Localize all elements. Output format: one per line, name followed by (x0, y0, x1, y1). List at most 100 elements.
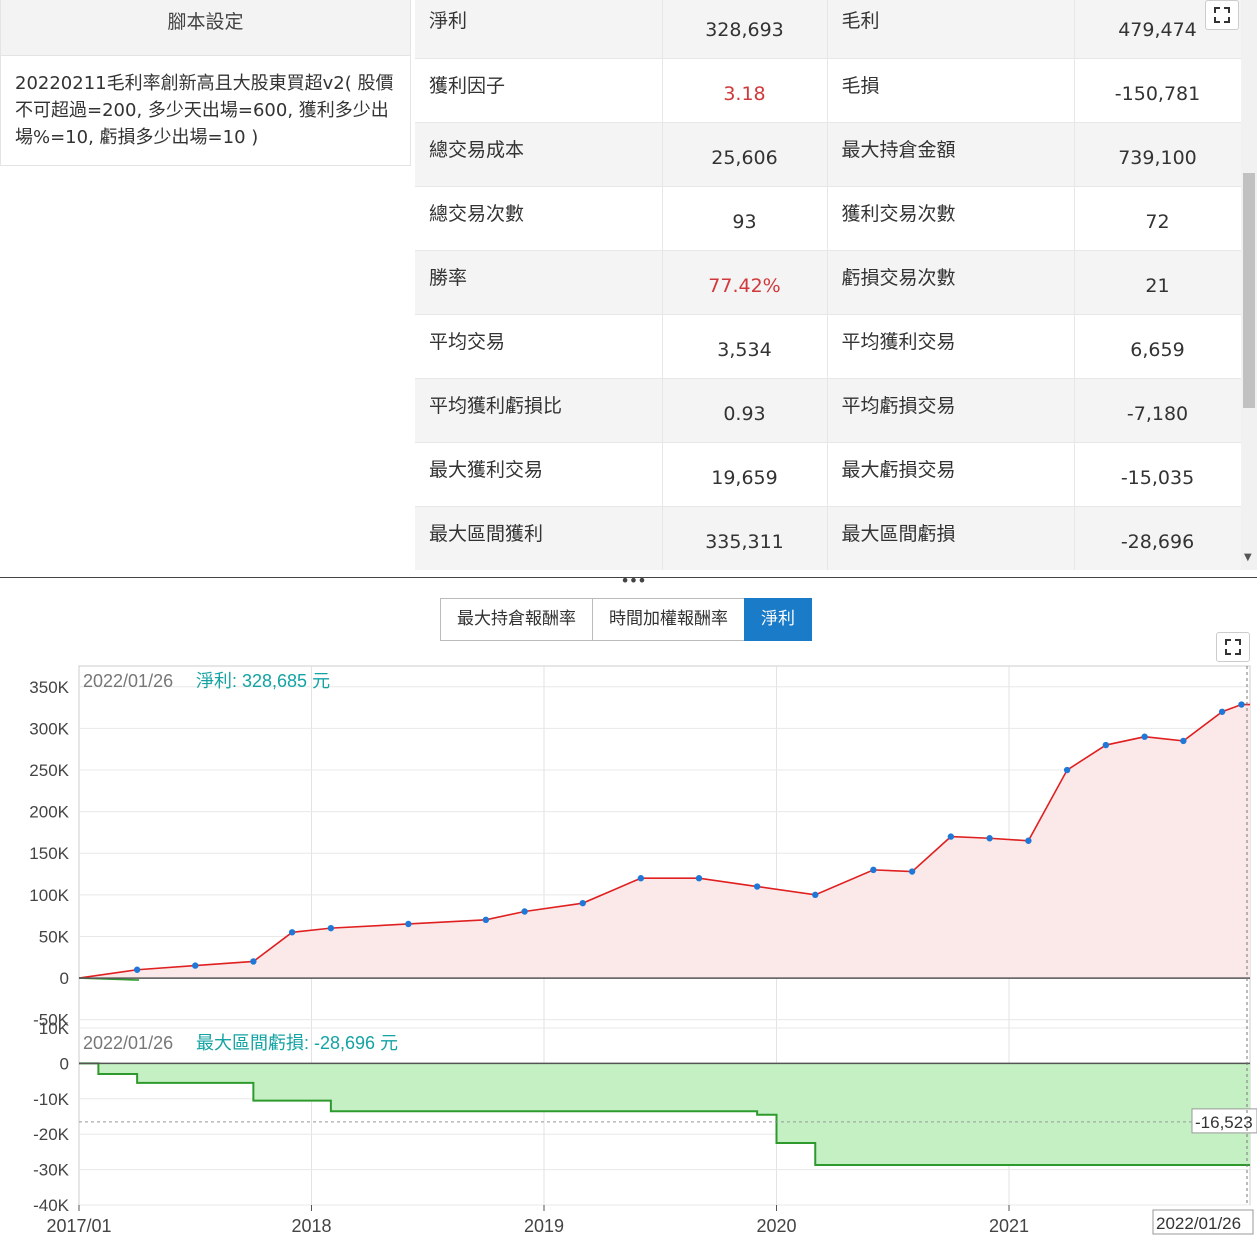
script-settings-panel: 腳本設定 20220211毛利率創新高且大股東買超v2( 股價不可超過=200,… (0, 0, 411, 166)
stat-label: 平均獲利交易 (827, 314, 1075, 379)
trade-marker (327, 924, 335, 932)
drawdown-reference-label: -16,523 (1195, 1113, 1253, 1132)
stat-label: 最大區間虧損 (827, 506, 1075, 570)
stats-row: 獲利因子 3.18 毛損 -150,781 (415, 58, 1241, 123)
y-tick-label: 150K (29, 844, 69, 863)
trade-marker (908, 868, 916, 875)
y-tick-label: 300K (29, 719, 69, 738)
stats-row: 平均交易 3,534 平均獲利交易 6,659 (415, 314, 1241, 379)
y-tick-label: 0 (60, 969, 69, 988)
trade-marker (753, 883, 761, 890)
stat-value: 72 (1074, 186, 1241, 251)
stat-value: -28,696 (1074, 506, 1241, 570)
scroll-down-arrow-icon[interactable]: ▼ (1244, 552, 1252, 563)
trade-marker (1102, 741, 1110, 749)
stat-value: 21 (1074, 250, 1241, 315)
x-tick-label: 2018 (291, 1216, 331, 1236)
stat-label: 最大獲利交易 (415, 442, 663, 507)
stat-value: 6,659 (1074, 314, 1241, 379)
y-tick-label: -10K (33, 1090, 70, 1109)
y-tick-label: 50K (39, 927, 70, 946)
stats-row: 最大獲利交易 19,659 最大虧損交易 -15,035 (415, 442, 1241, 507)
y-tick-label: 200K (29, 803, 69, 822)
resize-grip-icon[interactable]: ••• (620, 573, 646, 589)
trade-marker (133, 966, 141, 973)
stat-label: 最大區間獲利 (415, 506, 663, 570)
trade-marker (1141, 733, 1148, 740)
equity-drawdown-chart: 350K300K250K200K150K100K50K0-50K10K0-10K… (29, 665, 1257, 1236)
stat-label: 最大持倉金額 (827, 122, 1075, 187)
stats-row: 淨利 328,693 毛利 479,474 (415, 0, 1241, 59)
stat-label: 毛利 (827, 0, 1075, 59)
trade-marker (1063, 766, 1071, 774)
stat-value: 25,606 (662, 122, 828, 187)
trade-marker (695, 875, 703, 882)
chart-tabs: 最大持倉報酬率 時間加權報酬率 淨利 (440, 598, 812, 641)
trade-marker (1025, 837, 1032, 844)
y-tick-label: -40K (33, 1196, 70, 1215)
y-tick-label: 10K (39, 1019, 70, 1038)
expand-icon (1214, 7, 1230, 23)
stat-value: 335,311 (662, 506, 828, 570)
stat-value: 739,100 (1074, 122, 1241, 187)
trade-marker (521, 908, 528, 915)
trade-marker (947, 833, 955, 840)
trade-marker (192, 962, 199, 969)
tab-net-profit[interactable]: 淨利 (744, 598, 812, 641)
y-tick-label: 0 (60, 1054, 69, 1073)
stat-label: 總交易次數 (415, 186, 663, 251)
stat-value: -150,781 (1074, 58, 1241, 123)
x-crosshair-label: 2022/01/26 (1156, 1214, 1241, 1233)
stat-value: 3,534 (662, 314, 828, 379)
stat-value: 93 (662, 186, 828, 251)
stat-label: 淨利 (415, 0, 663, 59)
equity-header-label: 淨利: 328,685 元 (196, 671, 330, 691)
tab-time-weighted-return[interactable]: 時間加權報酬率 (592, 598, 745, 641)
stat-label: 平均虧損交易 (827, 378, 1075, 443)
trade-marker (1218, 708, 1226, 715)
stat-value: -7,180 (1074, 378, 1241, 443)
stat-label: 平均獲利虧損比 (415, 378, 663, 443)
stat-label: 勝率 (415, 250, 663, 315)
trade-marker (637, 875, 645, 882)
trade-marker (1180, 737, 1187, 745)
trade-marker (405, 920, 412, 928)
y-tick-label: 350K (29, 678, 69, 697)
stats-table: 淨利 328,693 毛利 479,474 獲利因子 3.18 毛損 -150,781 總交易成… (415, 0, 1241, 570)
stats-expand-button[interactable] (1205, 0, 1239, 30)
y-tick-label: -30K (33, 1161, 70, 1180)
trade-marker (1238, 701, 1245, 708)
trade-marker (288, 929, 296, 936)
stat-value: 19,659 (662, 442, 828, 507)
script-settings-text: 20220211毛利率創新高且大股東買超v2( 股價不可超過=200, 多少天出… (15, 73, 394, 148)
drawdown-header-label: 最大區間虧損: -28,696 元 (196, 1033, 398, 1053)
x-tick-label: 2019 (524, 1216, 564, 1236)
stat-label: 毛損 (827, 58, 1075, 123)
x-tick-label: 2020 (756, 1216, 796, 1236)
stat-label: 總交易成本 (415, 122, 663, 187)
stat-value: -15,035 (1074, 442, 1241, 507)
stat-value: 3.18 (662, 58, 828, 123)
trade-marker (870, 866, 877, 874)
stat-label: 平均交易 (415, 314, 663, 379)
trade-marker (482, 916, 490, 924)
y-tick-label: 100K (29, 886, 69, 905)
y-tick-label: -20K (33, 1125, 70, 1144)
stat-label: 獲利交易次數 (827, 186, 1075, 251)
stats-scrollbar[interactable]: ▼ (1241, 0, 1257, 570)
stat-label: 最大虧損交易 (827, 442, 1075, 507)
stats-row: 總交易次數 93 獲利交易次數 72 (415, 186, 1241, 251)
trade-marker (986, 835, 993, 842)
tab-max-position-return[interactable]: 最大持倉報酬率 (440, 598, 593, 641)
trade-marker (250, 958, 257, 965)
drawdown-header-date: 2022/01/26 (83, 1033, 173, 1053)
trade-marker (812, 891, 819, 899)
stat-value: 77.42% (662, 250, 828, 315)
stats-row: 總交易成本 25,606 最大持倉金額 739,100 (415, 122, 1241, 187)
stats-table-container: 淨利 328,693 毛利 479,474 獲利因子 3.18 毛損 -150,781 總交易成… (415, 0, 1241, 570)
x-tick-label: 2021 (989, 1216, 1029, 1236)
equity-header-date: 2022/01/26 (83, 671, 173, 691)
scrollbar-thumb[interactable] (1243, 173, 1255, 408)
stats-row: 勝率 77.42% 虧損交易次數 21 (415, 250, 1241, 315)
stat-label: 虧損交易次數 (827, 250, 1075, 315)
